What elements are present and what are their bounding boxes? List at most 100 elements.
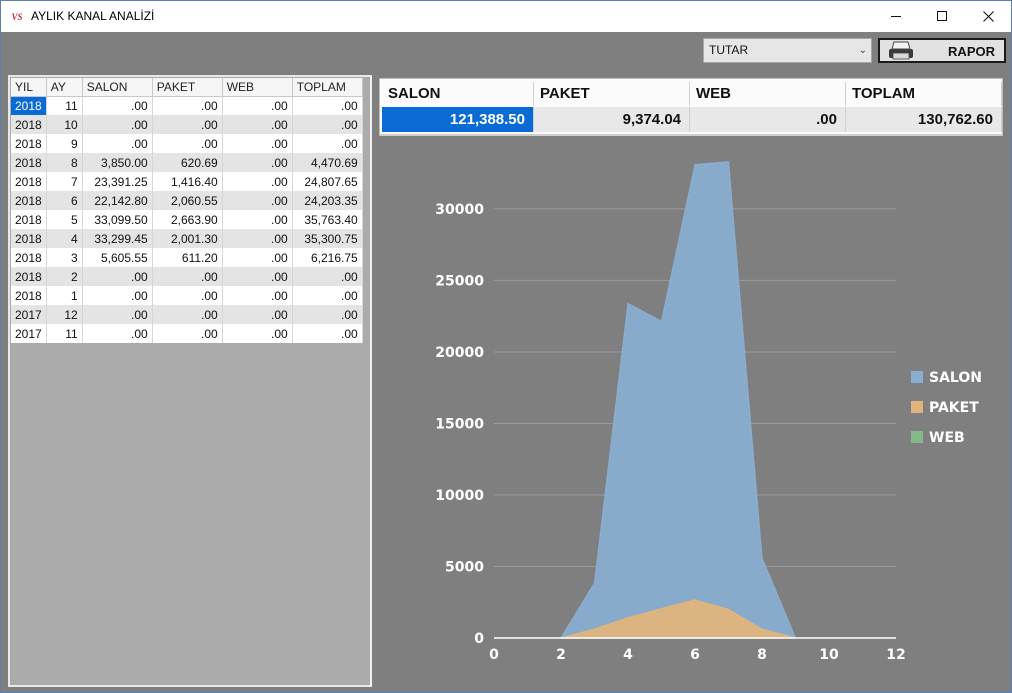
totals-header-toplam[interactable]: TOPLAM: [846, 82, 1002, 106]
cell-yil[interactable]: 2018: [11, 191, 47, 210]
totals-value-paket[interactable]: 9,374.04: [534, 107, 690, 132]
cell-yil[interactable]: 2018: [11, 267, 47, 286]
cell-paket[interactable]: .00: [152, 115, 223, 134]
cell-ay[interactable]: 3: [46, 248, 83, 267]
cell-salon[interactable]: .00: [82, 134, 153, 153]
minimize-button[interactable]: [873, 1, 919, 32]
cell-salon[interactable]: 22,142.80: [82, 191, 153, 210]
cell-toplam[interactable]: .00: [292, 115, 363, 134]
cell-yil[interactable]: 2018: [11, 286, 47, 305]
cell-toplam[interactable]: .00: [292, 96, 363, 115]
cell-salon[interactable]: .00: [82, 324, 153, 343]
cell-toplam[interactable]: .00: [292, 324, 363, 343]
table-row[interactable]: 2018 10.00.00.00.00: [11, 115, 363, 134]
cell-yil[interactable]: 2017: [11, 305, 47, 324]
table-row[interactable]: 2018 2.00.00.00.00: [11, 267, 363, 286]
cell-web[interactable]: .00: [222, 248, 293, 267]
cell-web[interactable]: .00: [222, 324, 293, 343]
cell-paket[interactable]: 2,001.30: [152, 229, 223, 248]
cell-web[interactable]: .00: [222, 153, 293, 172]
cell-ay[interactable]: 1: [46, 286, 83, 305]
cell-salon[interactable]: 3,850.00: [82, 153, 153, 172]
cell-paket[interactable]: 2,663.90: [152, 210, 223, 229]
totals-value-web[interactable]: .00: [690, 107, 846, 132]
cell-web[interactable]: .00: [222, 172, 293, 191]
cell-paket[interactable]: 2,060.55: [152, 191, 223, 210]
report-button[interactable]: RAPOR: [878, 38, 1006, 63]
close-button[interactable]: [965, 1, 1011, 32]
cell-salon[interactable]: .00: [82, 305, 153, 324]
cell-salon[interactable]: .00: [82, 286, 153, 305]
cell-ay[interactable]: 11: [46, 324, 83, 343]
cell-ay[interactable]: 9: [46, 134, 83, 153]
cell-web[interactable]: .00: [222, 286, 293, 305]
col-header-ay[interactable]: AY: [46, 78, 83, 97]
totals-header-web[interactable]: WEB: [690, 82, 846, 106]
table-row[interactable]: 2018 11.00.00.00.00: [11, 96, 363, 115]
cell-ay[interactable]: 4: [46, 229, 83, 248]
cell-web[interactable]: .00: [222, 115, 293, 134]
cell-web[interactable]: .00: [222, 134, 293, 153]
cell-salon[interactable]: 5,605.55: [82, 248, 153, 267]
cell-yil[interactable]: 2018: [11, 248, 47, 267]
totals-header-paket[interactable]: PAKET: [534, 82, 690, 106]
totals-value-salon[interactable]: 121,388.50: [382, 107, 534, 132]
cell-ay[interactable]: 12: [46, 305, 83, 324]
cell-toplam[interactable]: 4,470.69: [292, 153, 363, 172]
cell-paket[interactable]: 611.20: [152, 248, 223, 267]
cell-toplam[interactable]: 35,300.75: [292, 229, 363, 248]
table-row[interactable]: 2017 11.00.00.00.00: [11, 324, 363, 343]
cell-yil[interactable]: 2018: [11, 210, 47, 229]
cell-yil[interactable]: 2018: [11, 115, 47, 134]
cell-paket[interactable]: .00: [152, 305, 223, 324]
cell-paket[interactable]: .00: [152, 267, 223, 286]
col-header-paket[interactable]: PAKET: [152, 78, 223, 97]
cell-web[interactable]: .00: [222, 305, 293, 324]
totals-value-toplam[interactable]: 130,762.60: [846, 107, 1002, 132]
table-row[interactable]: 2018 4 33,299.45 2,001.30.00 35,300.75: [11, 229, 363, 248]
cell-salon[interactable]: .00: [82, 115, 153, 134]
col-header-web[interactable]: WEB: [222, 78, 293, 97]
cell-web[interactable]: .00: [222, 267, 293, 286]
cell-toplam[interactable]: 24,807.65: [292, 172, 363, 191]
cell-paket[interactable]: .00: [152, 134, 223, 153]
cell-ay[interactable]: 7: [46, 172, 83, 191]
cell-yil[interactable]: 2018: [11, 96, 47, 115]
cell-yil[interactable]: 2017: [11, 324, 47, 343]
cell-ay[interactable]: 5: [46, 210, 83, 229]
cell-ay[interactable]: 6: [46, 191, 83, 210]
cell-paket[interactable]: .00: [152, 324, 223, 343]
table-row[interactable]: 2018 1.00.00.00.00: [11, 286, 363, 305]
cell-ay[interactable]: 8: [46, 153, 83, 172]
totals-grid[interactable]: SALON PAKET WEB TOPLAM 121,388.50 9,374.…: [379, 78, 1003, 136]
table-row[interactable]: 2018 8 3,850.00 620.69.00 4,470.69: [11, 153, 363, 172]
col-header-toplam[interactable]: TOPLAM: [292, 78, 363, 97]
col-header-salon[interactable]: SALON: [82, 78, 153, 97]
cell-toplam[interactable]: 24,203.35: [292, 191, 363, 210]
cell-paket[interactable]: 1,416.40: [152, 172, 223, 191]
cell-yil[interactable]: 2018: [11, 172, 47, 191]
table-row[interactable]: 2018 7 23,391.25 1,416.40.00 24,807.65: [11, 172, 363, 191]
cell-yil[interactable]: 2018: [11, 229, 47, 248]
cell-toplam[interactable]: .00: [292, 134, 363, 153]
cell-toplam[interactable]: .00: [292, 305, 363, 324]
cell-salon[interactable]: .00: [82, 96, 153, 115]
measure-select[interactable]: TUTAR ⌄: [703, 38, 872, 63]
table-row[interactable]: 2018 3 5,605.55 611.20.00 6,216.75: [11, 248, 363, 267]
cell-paket[interactable]: .00: [152, 286, 223, 305]
cell-salon[interactable]: 33,299.45: [82, 229, 153, 248]
cell-toplam[interactable]: .00: [292, 286, 363, 305]
table-row[interactable]: 2018 9.00.00.00.00: [11, 134, 363, 153]
title-bar[interactable]: VS AYLIK KANAL ANALİZİ: [1, 1, 1011, 32]
cell-salon[interactable]: 33,099.50: [82, 210, 153, 229]
cell-ay[interactable]: 11: [46, 96, 83, 115]
cell-toplam[interactable]: 6,216.75: [292, 248, 363, 267]
table-row[interactable]: 2018 5 33,099.50 2,663.90.00 35,763.40: [11, 210, 363, 229]
cell-toplam[interactable]: .00: [292, 267, 363, 286]
cell-paket[interactable]: 620.69: [152, 153, 223, 172]
table-row[interactable]: 2018 6 22,142.80 2,060.55.00 24,203.35: [11, 191, 363, 210]
cell-web[interactable]: .00: [222, 210, 293, 229]
cell-yil[interactable]: 2018: [11, 134, 47, 153]
table-row[interactable]: 2017 12.00.00.00.00: [11, 305, 363, 324]
cell-ay[interactable]: 2: [46, 267, 83, 286]
